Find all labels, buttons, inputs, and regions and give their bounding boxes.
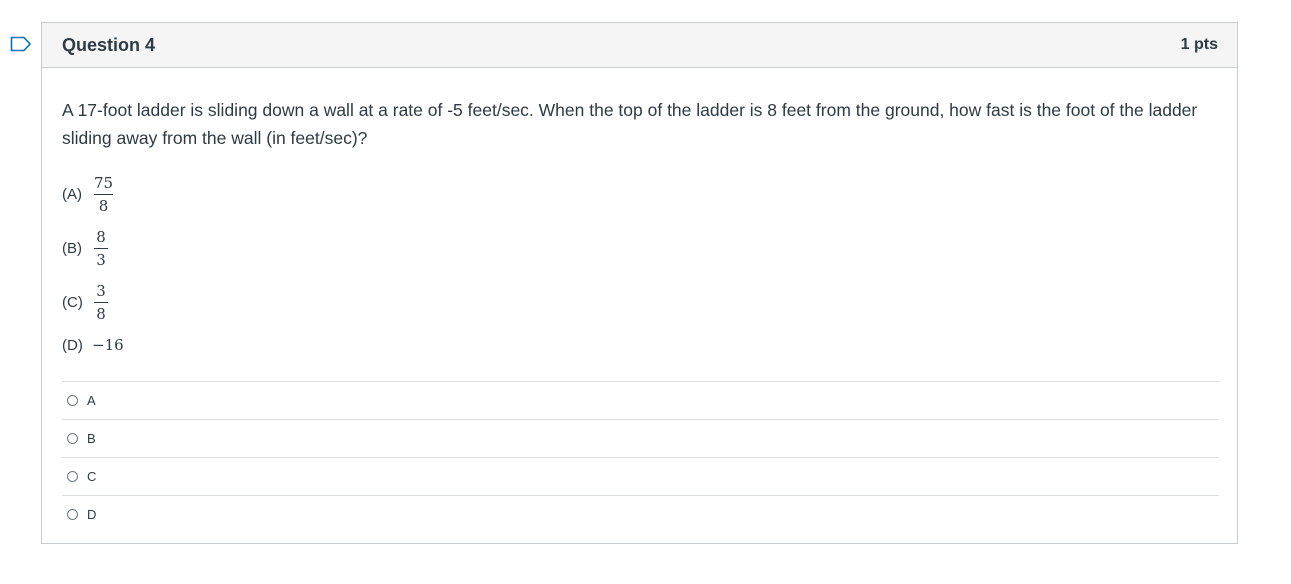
choice-letter: (A) [62, 185, 82, 203]
answer-option-d[interactable]: D [62, 495, 1219, 533]
denominator: 3 [96, 250, 106, 269]
numerator: 8 [96, 227, 106, 246]
choice-letter: (B) [62, 239, 82, 257]
answer-options: A B C D [62, 381, 1219, 533]
fraction-bar [94, 301, 108, 303]
question-card: Question 4 1 pts A 17-foot ladder is sli… [41, 22, 1238, 544]
option-label[interactable]: C [87, 469, 96, 484]
question-header: Question 4 1 pts [42, 23, 1237, 68]
choice-d: (D) −16 [62, 329, 1217, 361]
radio-button[interactable] [67, 433, 78, 444]
question-prompt: A 17-foot ladder is sliding down a wall … [62, 100, 1198, 148]
flag-question-icon[interactable] [10, 36, 32, 52]
answer-option-a[interactable]: A [62, 381, 1219, 419]
answer-choices-list: (A) 75 8 (B) 8 3 (C) 3 8 (D) −16 [62, 167, 1217, 361]
fraction: 75 8 [94, 173, 114, 215]
question-points: 1 pts [1180, 36, 1218, 53]
quiz-page: Question 4 1 pts A 17-foot ladder is sli… [0, 0, 1291, 584]
choice-letter: (C) [62, 293, 83, 311]
radio-button[interactable] [67, 471, 78, 482]
radio-button[interactable] [67, 395, 78, 406]
fraction: 3 8 [94, 282, 108, 323]
option-label[interactable]: A [87, 393, 96, 408]
choice-b: (B) 8 3 [62, 221, 1217, 275]
fraction-bar [94, 247, 108, 249]
choice-value: −16 [92, 336, 124, 354]
denominator: 8 [96, 304, 106, 323]
option-label[interactable]: B [87, 431, 96, 446]
fraction-bar [94, 193, 114, 195]
choice-c: (C) 3 8 [62, 275, 1217, 329]
choice-a: (A) 75 8 [62, 167, 1217, 221]
answer-option-c[interactable]: C [62, 457, 1219, 495]
denominator: 8 [98, 196, 109, 215]
numerator: 75 [94, 173, 114, 192]
choice-letter: (D) [62, 336, 83, 354]
option-label[interactable]: D [87, 507, 96, 522]
fraction: 8 3 [94, 228, 108, 269]
question-body: A 17-foot ladder is sliding down a wall … [42, 68, 1237, 533]
radio-button[interactable] [67, 509, 78, 520]
numerator: 3 [96, 281, 106, 300]
question-title: Question 4 [62, 34, 156, 55]
answer-option-b[interactable]: B [62, 419, 1219, 457]
